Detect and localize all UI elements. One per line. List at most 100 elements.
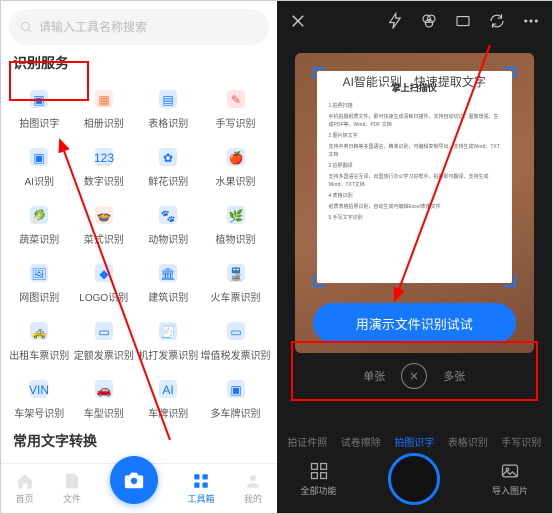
search-bar[interactable] (9, 9, 269, 45)
service-icon: 🏛 (156, 261, 180, 285)
svg-text:▤: ▤ (163, 93, 174, 107)
service-icon: ▭ (92, 319, 116, 343)
import-image-button[interactable]: 导入图片 (492, 461, 528, 497)
mode-close[interactable] (401, 363, 427, 389)
fn-tab[interactable]: 表格识别 (448, 434, 488, 449)
svg-text:🥬: 🥬 (32, 209, 47, 223)
svg-text:▣: ▣ (34, 151, 45, 165)
camera-icon (123, 469, 145, 491)
service-label: 网图识别 (19, 289, 59, 304)
camera-button[interactable] (110, 456, 158, 504)
demo-button[interactable]: 用演示文件识别试试 (313, 303, 517, 343)
service-label: 拍图识字 (19, 115, 59, 130)
service-label: 相册识别 (84, 115, 124, 130)
service-item[interactable]: ▣多车牌识别 (201, 369, 271, 427)
refresh-icon[interactable] (488, 12, 506, 30)
filter-icon[interactable] (420, 12, 438, 30)
service-item[interactable]: 🏛 建筑识别 (136, 253, 201, 311)
service-item[interactable]: 🍲菜式识别 (72, 195, 137, 253)
svg-text:🏛: 🏛 (161, 267, 176, 281)
flash-icon[interactable] (386, 12, 404, 30)
camera-top-bar (277, 1, 553, 41)
fn-tab[interactable]: 拍证件照 (287, 434, 327, 449)
svg-text:🍎: 🍎 (228, 150, 243, 165)
left-screen: 识别服务 ▣ 拍图识字 ▦ 相册识别 ▤表格识别 ✎ 手写识别 ▣ AI识别 123数字识别✿鲜花… (1, 1, 277, 513)
service-item[interactable]: VIN 车架号识别 (7, 369, 72, 427)
grid-icon (309, 461, 329, 481)
service-label: 手写识别 (216, 115, 256, 130)
doc-body: 1.拍照扫描手机拍摄纸质文件，即可快速生成清晰扫描件，支持自动切边、图像增强、生… (329, 102, 501, 222)
shutter-button[interactable] (388, 453, 440, 505)
service-icon: 🧾 (156, 319, 180, 343)
service-item[interactable]: 🚗车型识别 (72, 369, 137, 427)
close-icon[interactable] (289, 12, 307, 30)
svg-text:▦: ▦ (98, 93, 109, 107)
service-item[interactable]: 🧾 机打发票识别 (136, 311, 201, 369)
service-item[interactable]: ✎ 手写识别 (201, 79, 271, 137)
service-label: 车牌识别 (148, 405, 188, 420)
service-icon: 🌿 (224, 203, 248, 227)
service-icon: 🚗 (92, 377, 116, 401)
mode-multi[interactable]: 多张 (443, 368, 465, 384)
service-label: 车架号识别 (14, 405, 64, 420)
service-item[interactable]: AI车牌识别 (136, 369, 201, 427)
service-icon: ▭ (224, 319, 248, 343)
service-item[interactable]: ▦ 相册识别 (72, 79, 137, 137)
shutter-row: 全部功能 导入图片 (277, 451, 553, 507)
ratio-icon[interactable] (454, 12, 472, 30)
service-icon: ✎ (224, 87, 248, 111)
service-item[interactable]: 🚕出租车票识别 (7, 311, 72, 369)
more-icon[interactable] (522, 12, 540, 30)
svg-text:🐾: 🐾 (161, 209, 176, 223)
crop-corner[interactable] (504, 275, 516, 287)
service-item[interactable]: 🐾动物识别 (136, 195, 201, 253)
service-item[interactable]: ▤表格识别 (136, 79, 201, 137)
svg-text:✿: ✿ (163, 151, 173, 165)
service-item[interactable]: 🥬蔬菜识别 (7, 195, 72, 253)
svg-text:🖼: 🖼 (32, 267, 47, 281)
service-item[interactable]: ▣ AI识别 (7, 137, 72, 195)
bottom-nav: 首页 文件 工具箱 我的 (1, 463, 277, 513)
service-label: AI识别 (25, 173, 54, 188)
svg-text:VIN: VIN (29, 383, 49, 397)
right-screen: AI智能识别，快速提取文字 掌上扫描仪 1.拍照扫描手机拍摄纸质文件，即可快速生… (277, 1, 553, 513)
service-label: 建筑识别 (148, 289, 188, 304)
nav-tools[interactable]: 工具箱 (188, 472, 215, 505)
service-label: 增值税发票识别 (201, 347, 271, 362)
mode-single[interactable]: 单张 (363, 368, 385, 384)
all-functions-button[interactable]: 全部功能 (301, 461, 337, 497)
demo-document: 掌上扫描仪 1.拍照扫描手机拍摄纸质文件，即可快速生成清晰扫描件，支持自动切边、… (317, 71, 513, 283)
service-icon: ✿ (156, 145, 180, 169)
nav-me[interactable]: 我的 (244, 472, 262, 505)
service-item[interactable]: 🍎水果识别 (201, 137, 271, 195)
service-item[interactable]: 🖼 网图识别 (7, 253, 72, 311)
banner-text: AI智能识别，快速提取文字 (315, 73, 515, 90)
service-item[interactable]: ▭定额发票识别 (72, 311, 137, 369)
service-icon: ◆ (92, 261, 116, 285)
service-item[interactable]: 123数字识别 (72, 137, 137, 195)
section2-title: 常用文字转换 (13, 431, 265, 451)
svg-text:🚗: 🚗 (96, 383, 111, 397)
search-input[interactable] (39, 20, 259, 34)
svg-text:▣: ▣ (34, 93, 45, 107)
service-item[interactable]: ◆LOGO识别 (72, 253, 137, 311)
nav-files[interactable]: 文件 (63, 472, 81, 505)
service-item[interactable]: ✿鲜花识别 (136, 137, 201, 195)
nav-home[interactable]: 首页 (16, 472, 34, 505)
service-item[interactable]: 🌿植物识别 (201, 195, 271, 253)
service-icon: ▣ (224, 377, 248, 401)
service-label: 数字识别 (84, 173, 124, 188)
image-icon (500, 461, 520, 481)
fn-tab[interactable]: 试卷擦除 (341, 434, 381, 449)
svg-text:🚕: 🚕 (32, 325, 47, 339)
fn-tab[interactable]: 手写识别 (501, 434, 541, 449)
svg-text:▣: ▣ (230, 383, 241, 397)
service-label: 机打发票识别 (138, 347, 198, 362)
service-item[interactable]: ▭ 增值税发票识别 (201, 311, 271, 369)
service-item[interactable]: 🚆火车票识别 (201, 253, 271, 311)
section-title: 识别服务 (13, 53, 265, 73)
crop-corner[interactable] (313, 275, 325, 287)
service-icon: 🥬 (27, 203, 51, 227)
service-item[interactable]: ▣ 拍图识字 (7, 79, 72, 137)
fn-tab[interactable]: 拍图识字 (394, 434, 434, 449)
